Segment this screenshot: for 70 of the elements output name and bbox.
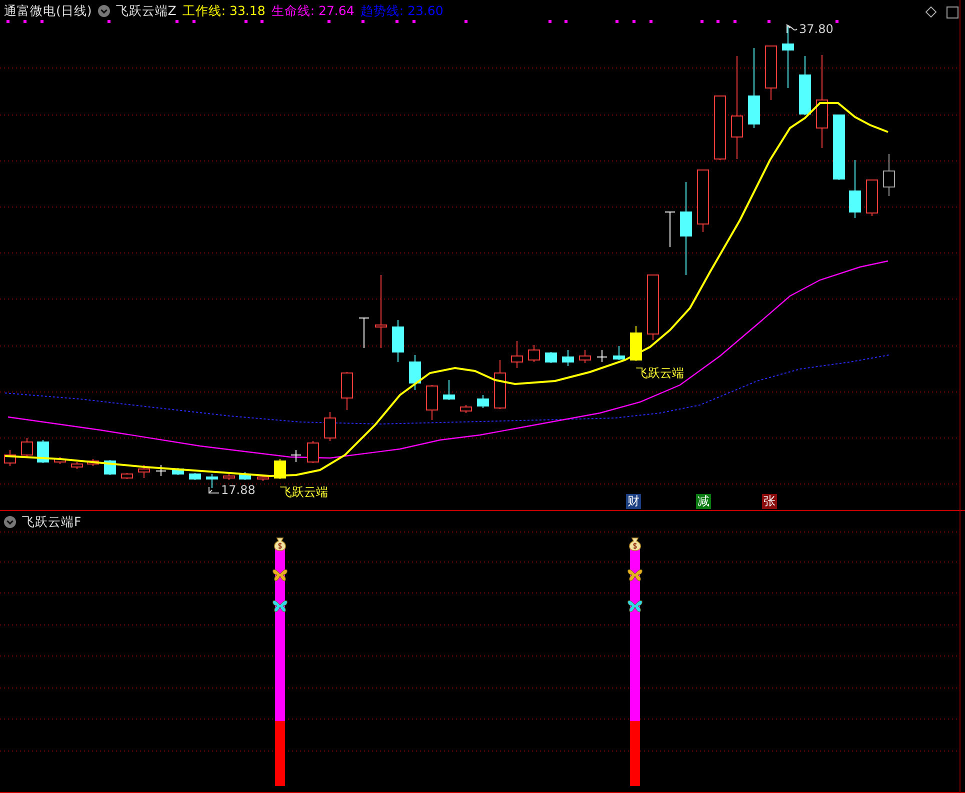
candlestick [697,170,709,232]
butterfly-icon [627,568,643,582]
indicator-name: 飞跃云端Z [116,3,176,19]
candlestick [71,462,83,470]
candlestick [613,346,625,360]
candlestick [172,468,184,476]
marker-badge: 张 [762,494,777,509]
signal-label: 飞跃云端 [280,485,328,499]
candlestick [392,320,404,362]
candlestick [4,450,16,466]
butterfly-icon [627,599,643,613]
candlestick [37,440,49,464]
candlestick [596,350,608,362]
money-bag-icon [628,537,642,551]
arrow-icon [786,24,798,34]
candlestick [883,154,895,196]
candlestick [156,464,166,476]
candlestick [223,474,235,480]
butterfly-icon [272,599,288,613]
candlestick [477,394,489,408]
candlestick [189,472,201,480]
candlestick [782,24,794,88]
candlestick [426,384,438,420]
price-label: 17.88 [221,483,256,497]
indicator-name: 飞跃云端F [22,514,82,530]
candlestick [341,372,353,410]
candlestick [358,318,370,348]
candlestick [664,212,676,248]
legend-value: 工作线: 33.18 [182,3,266,19]
marker-badge: 减 [696,494,711,509]
candlestick [443,380,455,400]
candlestick [765,46,777,100]
candlestick [833,114,845,180]
diamond-icon[interactable] [925,6,937,18]
candlestick [849,160,861,218]
candlestick [866,180,878,216]
butterfly-icon [272,568,288,582]
chevron-down-icon[interactable] [4,516,16,528]
candlestick [21,438,33,458]
candlestick [545,352,557,364]
arrow-icon [208,485,220,495]
candlestick [630,326,642,362]
window-icon[interactable] [946,6,958,18]
stock-title: 通富微电(日线) [4,3,92,19]
candlestick [257,474,269,482]
candlestick [528,344,540,362]
legend-value: 趋势线: 23.60 [360,3,444,19]
candlestick [460,404,472,414]
candlestick [579,350,591,364]
candlestick [138,464,150,478]
chevron-down-icon[interactable] [98,5,110,17]
candlestick [324,412,336,442]
candlestick [562,350,574,366]
price-label: 37.80 [799,22,834,36]
candlestick [409,354,421,390]
candlestick [511,340,523,368]
candlestick [274,458,286,480]
candlestick [799,56,811,116]
candlestick [121,472,133,480]
candlestick [290,450,302,462]
candlestick [206,474,218,488]
candlestick [714,96,726,160]
candlestick [494,360,506,410]
signal-label: 飞跃云端 [636,366,684,380]
legend-value: 生命线: 27.64 [271,3,354,19]
candlestick [647,274,659,340]
candlestick [239,472,251,480]
marker-badge: 财 [626,494,641,509]
money-bag-icon [273,537,287,551]
candlestick [307,440,319,464]
